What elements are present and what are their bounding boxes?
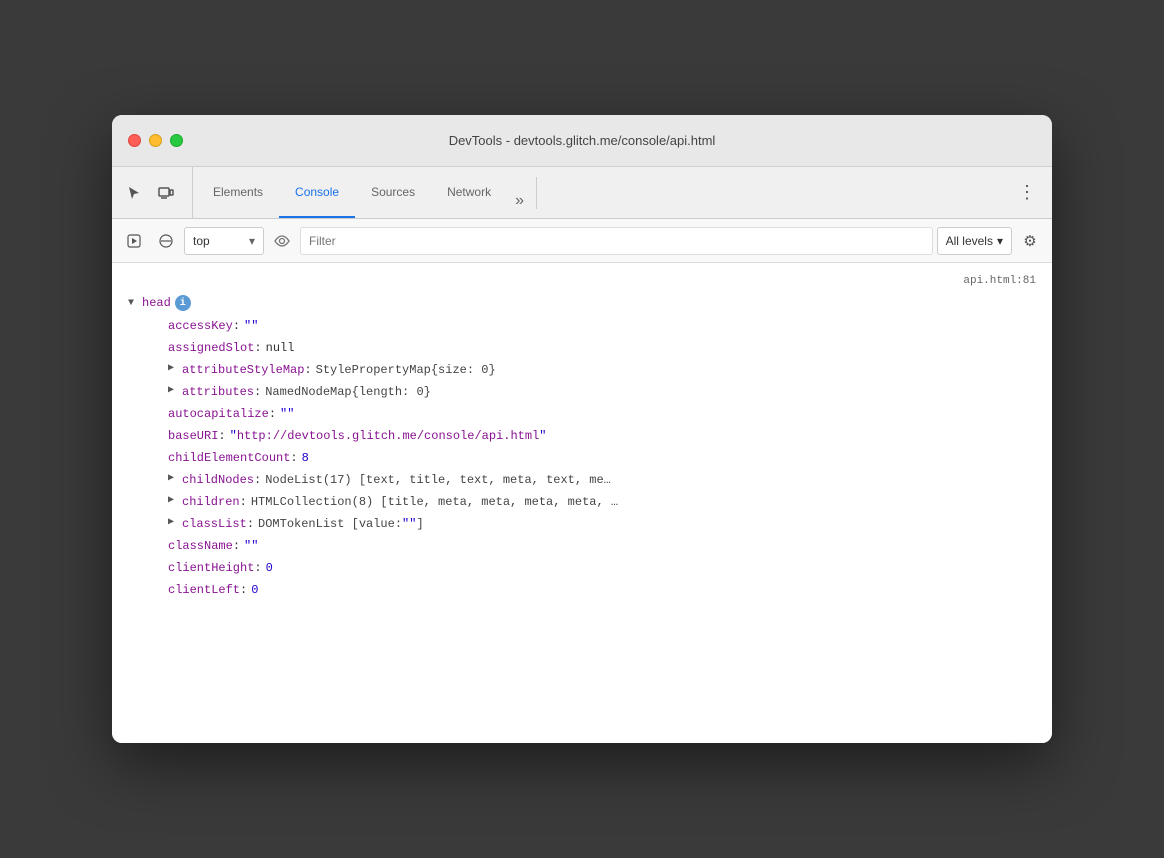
window-title: DevTools - devtools.glitch.me/console/ap… (449, 133, 716, 148)
file-reference[interactable]: api.html:81 (112, 271, 1052, 291)
prop-name: clientLeft (168, 581, 240, 599)
execute-button[interactable] (120, 227, 148, 255)
prop-name: classList (182, 515, 247, 533)
expand-arrow[interactable]: ▶ (168, 515, 180, 530)
head-node-name: head (142, 296, 171, 310)
tab-sources[interactable]: Sources (355, 167, 431, 218)
prop-value: 0 (266, 559, 273, 577)
prop-value: " (230, 427, 237, 445)
info-badge[interactable]: i (175, 295, 191, 311)
prop-name: accessKey (168, 317, 233, 335)
more-tabs-button[interactable]: » (507, 184, 532, 218)
prop-name: className (168, 537, 233, 555)
expand-arrow[interactable]: ▶ (168, 493, 180, 508)
head-entry: ▼ head i (112, 291, 1052, 315)
prop-value: 8 (302, 449, 309, 467)
prop-value: 0 (251, 581, 258, 599)
clear-button[interactable] (152, 227, 180, 255)
prop-value: "" (244, 537, 258, 555)
prop-name: childNodes (182, 471, 254, 489)
devtools-window: DevTools - devtools.glitch.me/console/ap… (112, 115, 1052, 743)
level-selector[interactable]: All levels ▾ (937, 227, 1012, 255)
list-item: ▶ classList: DOMTokenList [value: ""] (112, 513, 1052, 535)
list-item: accessKey: "" (112, 315, 1052, 337)
device-icon[interactable] (152, 179, 180, 207)
prop-value: null (266, 339, 295, 357)
context-selector[interactable]: top ▾ (184, 227, 264, 255)
prop-name: assignedSlot (168, 339, 254, 357)
prop-value: "" (244, 317, 258, 335)
prop-name: attributeStyleMap (182, 361, 304, 379)
prop-name: baseURI (168, 427, 218, 445)
tab-console[interactable]: Console (279, 167, 355, 218)
list-item: ▶ children: HTMLCollection(8) [title, me… (112, 491, 1052, 513)
minimize-button[interactable] (149, 134, 162, 147)
expand-arrow[interactable]: ▶ (168, 361, 180, 376)
filter-input[interactable] (300, 227, 933, 255)
list-item: clientLeft: 0 (112, 579, 1052, 601)
prop-name: childElementCount (168, 449, 290, 467)
list-item: ▶ attributeStyleMap: StylePropertyMap {s… (112, 359, 1052, 381)
close-button[interactable] (128, 134, 141, 147)
tab-elements[interactable]: Elements (197, 167, 279, 218)
tab-network[interactable]: Network (431, 167, 507, 218)
prop-value: NodeList(17) [text, title, text, meta, t… (265, 471, 611, 489)
prop-value: "" (280, 405, 294, 423)
settings-button[interactable]: ⚙ (1016, 227, 1044, 255)
cursor-icon[interactable] (120, 179, 148, 207)
list-item: clientHeight: 0 (112, 557, 1052, 579)
prop-name: autocapitalize (168, 405, 269, 423)
more-options-button[interactable]: ⋮ (1010, 174, 1044, 211)
prop-name: attributes (182, 383, 254, 401)
list-item: baseURI: "http://devtools.glitch.me/cons… (112, 425, 1052, 447)
console-toolbar: top ▾ All levels ▾ ⚙ (112, 219, 1052, 263)
expand-arrow[interactable]: ▶ (168, 471, 180, 486)
prop-name: clientHeight (168, 559, 254, 577)
console-output: api.html:81 ▼ head i accessKey: "" assig… (112, 263, 1052, 743)
level-dropdown-arrow: ▾ (997, 234, 1003, 248)
maximize-button[interactable] (170, 134, 183, 147)
prop-value: DOMTokenList [value: (258, 515, 402, 533)
prop-value: HTMLCollection(8) [title, meta, meta, me… (251, 493, 618, 511)
devtools-tab-bar: Elements Console Sources Network » ⋮ (112, 167, 1052, 219)
list-item: assignedSlot: null (112, 337, 1052, 359)
list-item: className: "" (112, 535, 1052, 557)
prop-value: NamedNodeMap (265, 383, 351, 401)
prop-value: StylePropertyMap (316, 361, 431, 379)
prop-url-value[interactable]: http://devtools.glitch.me/console/api.ht… (237, 427, 539, 445)
devtools-icon-group (120, 167, 193, 218)
list-item: ▶ childNodes: NodeList(17) [text, title,… (112, 469, 1052, 491)
list-item: ▶ attributes: NamedNodeMap {length: 0} (112, 381, 1052, 403)
prop-name: children (182, 493, 240, 511)
list-item: childElementCount: 8 (112, 447, 1052, 469)
list-item: autocapitalize: "" (112, 403, 1052, 425)
title-bar: DevTools - devtools.glitch.me/console/ap… (112, 115, 1052, 167)
traffic-lights (128, 134, 183, 147)
live-expressions-button[interactable] (268, 227, 296, 255)
expand-arrow[interactable]: ▶ (168, 383, 180, 398)
tab-divider (536, 177, 537, 209)
context-dropdown-arrow: ▾ (249, 234, 255, 248)
expand-head-arrow[interactable]: ▼ (128, 298, 140, 309)
